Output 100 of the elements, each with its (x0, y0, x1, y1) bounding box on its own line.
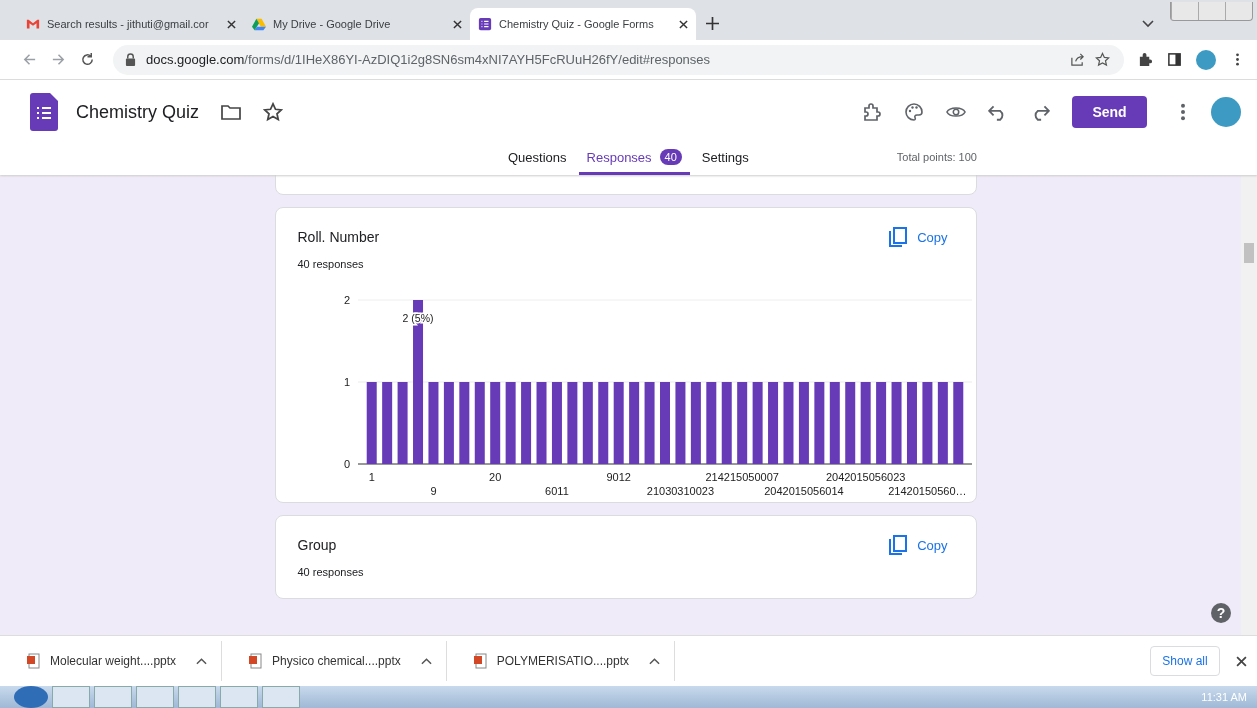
file-icon (472, 653, 487, 669)
reload-icon[interactable] (80, 52, 95, 67)
avatar-circle[interactable] (1211, 97, 1241, 127)
triangle-icon (252, 17, 266, 31)
x-tick-label: 9 (429, 485, 436, 497)
bar[interactable] (752, 382, 763, 464)
chevron-up-icon[interactable] (196, 657, 208, 665)
x-tick-label: 21030310023 (646, 485, 714, 497)
bar[interactable] (674, 382, 685, 464)
copy-button[interactable]: Copy (883, 226, 954, 248)
palette-icon[interactable] (904, 102, 924, 122)
bar[interactable] (505, 382, 516, 464)
bar[interactable] (597, 382, 608, 464)
show-all-button[interactable]: Show all (1150, 646, 1220, 676)
bar[interactable] (613, 382, 624, 464)
chevron-down-icon[interactable] (1142, 20, 1154, 28)
x-tick-label: 2042015056014 (763, 485, 844, 497)
help-button[interactable]: ? (1211, 603, 1231, 623)
bar[interactable] (767, 382, 778, 464)
start-button[interactable] (14, 686, 48, 708)
tab-label: Settings (701, 149, 749, 165)
star-icon[interactable] (263, 102, 284, 122)
bar[interactable] (551, 382, 562, 464)
bar[interactable] (736, 382, 747, 464)
bar[interactable] (536, 382, 546, 464)
copy-icon (889, 535, 908, 555)
bar[interactable] (937, 382, 948, 464)
file-icon (26, 653, 40, 669)
tab-label: Responses (586, 149, 652, 165)
bar[interactable] (659, 382, 670, 464)
bar[interactable] (397, 382, 408, 464)
bar[interactable] (582, 382, 593, 464)
mail-icon (26, 17, 40, 31)
bar[interactable] (489, 382, 500, 464)
close-icon[interactable] (227, 19, 236, 29)
tab-title: Chemistry Quiz - Google Forms (499, 18, 655, 30)
browser-tab[interactable]: My Drive - Google Drive (244, 8, 470, 40)
puzzle-icon[interactable] (1138, 52, 1153, 67)
bar[interactable] (381, 382, 392, 464)
form-tab[interactable]: Questions (500, 142, 575, 175)
tab-label: Questions (508, 149, 567, 165)
bar[interactable] (860, 382, 871, 464)
copy-button[interactable]: Copy (883, 534, 954, 556)
forward-arrow-icon[interactable] (51, 52, 66, 67)
x-tick-label: 21420150560… (887, 485, 967, 497)
bar[interactable] (813, 382, 824, 464)
share-icon[interactable] (1070, 52, 1085, 67)
y-tick-label: 1 (343, 376, 350, 388)
file-name: POLYMERISATIO....pptx (496, 654, 630, 668)
side-panel-icon[interactable] (1167, 52, 1182, 67)
download-item[interactable]: POLYMERISATIO....pptx (446, 641, 676, 681)
bar[interactable] (520, 382, 531, 464)
avatar-circle[interactable] (1196, 49, 1216, 70)
bar[interactable] (844, 382, 855, 464)
bar[interactable] (705, 382, 716, 464)
bar[interactable] (474, 382, 485, 464)
bar[interactable] (721, 382, 732, 464)
bar[interactable] (644, 382, 655, 464)
address-bar[interactable]: docs.google.com/forms/d/1IHeX86YI-AzDIQ1i2g8SN6sm4xNI7AYH5FcRUuH26fY/edit#responses (113, 44, 1124, 75)
bar[interactable] (443, 382, 454, 464)
bar[interactable] (427, 382, 438, 464)
bar[interactable] (952, 382, 963, 464)
puzzle-icon[interactable] (862, 102, 882, 122)
lock-icon (125, 53, 136, 66)
bar[interactable] (875, 382, 886, 464)
form-icon[interactable] (30, 93, 58, 131)
bar[interactable] (783, 382, 793, 464)
bar[interactable] (921, 382, 932, 464)
download-item[interactable]: Physico chemical....pptx (222, 641, 447, 681)
x-tick-label: 20 (488, 471, 501, 483)
close-icon[interactable] (1236, 655, 1247, 667)
plus-icon[interactable] (706, 17, 719, 30)
bar[interactable] (690, 382, 701, 464)
browser-tab[interactable]: Chemistry Quiz - Google Forms (470, 8, 696, 40)
bar[interactable] (628, 382, 639, 464)
chevron-up-icon[interactable] (649, 657, 661, 665)
bar[interactable] (566, 382, 577, 464)
close-icon[interactable] (453, 19, 462, 29)
form-tab[interactable]: Settings (693, 142, 757, 175)
bar[interactable] (829, 382, 840, 464)
folder-icon[interactable] (221, 102, 242, 122)
bar[interactable] (458, 382, 469, 464)
x-tick-label: 9012 (605, 471, 631, 483)
close-icon[interactable] (679, 19, 688, 29)
chevron-up-icon[interactable] (420, 657, 432, 665)
browser-tab[interactable]: Search results - jithuti@gmail.cor (18, 8, 244, 40)
bar[interactable] (906, 382, 917, 464)
send-button[interactable]: Send (1072, 96, 1147, 128)
bar[interactable] (798, 382, 809, 464)
back-arrow-icon[interactable] (22, 52, 37, 67)
total-points: Total points: 100 (896, 151, 977, 163)
file-icon (248, 653, 263, 669)
star-icon[interactable] (1095, 52, 1110, 67)
form-icon (478, 17, 492, 31)
tab-title: Search results - jithuti@gmail.cor (47, 18, 210, 30)
scrollbar-thumb[interactable] (1244, 243, 1254, 263)
x-tick-label: 6011 (544, 485, 569, 497)
bar[interactable] (366, 382, 377, 464)
bar[interactable] (891, 382, 902, 464)
download-item[interactable]: Molecular weight....pptx (0, 641, 223, 681)
